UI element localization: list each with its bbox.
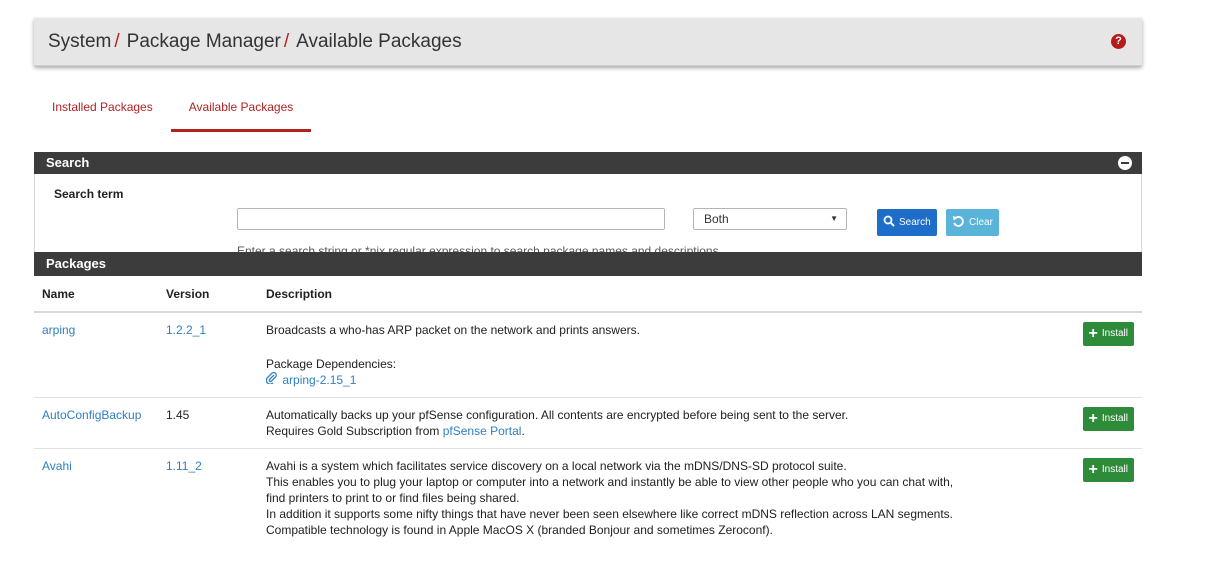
plus-icon: + [1088,325,1098,342]
paperclip-icon [265,371,280,387]
install-button[interactable]: + Install [1082,322,1134,346]
minus-circle-icon[interactable] [1118,156,1132,170]
search-button-label: Search [899,217,931,228]
install-button-label: Install [1101,328,1128,339]
package-description-line: In addition it supports some nifty thing… [266,507,954,521]
tab-bar: Installed Packages Available Packages [34,92,311,132]
search-scope-value: Both [704,212,729,226]
undo-icon [952,215,965,231]
install-button[interactable]: + Install [1082,458,1134,482]
breadcrumb-package-manager[interactable]: Package Manager [127,31,281,53]
package-name-link[interactable]: arping [42,323,75,337]
package-description-line: This enables you to plug your laptop or … [266,475,954,489]
column-header-action [1072,276,1142,313]
page: System / Package Manager / Available Pac… [0,0,1215,568]
search-panel-heading: Search [34,152,1142,174]
clear-button[interactable]: Clear [946,209,999,236]
package-name-link[interactable]: Avahi [42,459,72,473]
plus-icon: + [1088,410,1098,427]
package-description-line: Compatible technology is found in Apple … [266,523,773,537]
table-row: arping 1.2.2_1 Broadcasts a who-has ARP … [34,311,1142,398]
breadcrumb-system[interactable]: System [48,31,111,53]
breadcrumb-separator: / [114,30,120,52]
clear-button-label: Clear [969,217,993,228]
search-panel: Search Search term Both ▼ Search Clear E… [34,152,1142,262]
package-version-link[interactable]: 1.11_2 [166,459,202,473]
install-button-label: Install [1101,464,1128,475]
table-row: AutoConfigBackup 1.45 Automatically back… [34,397,1142,449]
table-header-row: Name Version Description [34,276,1142,313]
package-description: Automatically backs up your pfSense conf… [266,408,849,422]
install-button-label: Install [1101,413,1128,424]
column-header-version: Version [158,276,258,313]
package-description-line: Avahi is a system which facilitates serv… [266,459,847,473]
dependencies-label: Package Dependencies: [266,357,397,371]
breadcrumb-separator: / [283,30,290,52]
install-button[interactable]: + Install [1082,407,1134,431]
magnifier-icon [883,215,895,230]
packages-panel: Packages Name Version Description arping… [34,252,1142,547]
dependency-link[interactable]: arping-2.15_1 [282,373,356,387]
pfsense-portal-link[interactable]: pfSense Portal [443,424,522,438]
breadcrumb-available-packages: Available Packages [296,30,462,52]
search-term-label: Search term [54,187,124,201]
tab-installed-packages[interactable]: Installed Packages [34,92,171,132]
column-header-name: Name [34,276,158,313]
question-circle-icon[interactable]: ? [1111,34,1126,49]
breadcrumb: System / Package Manager / Available Pac… [48,31,462,53]
package-version: 1.45 [166,408,190,422]
search-input[interactable] [237,208,665,230]
search-panel-body: Search term Both ▼ Search Clear Enter a … [34,174,1142,262]
package-requirement: Requires Gold Subscription from pfSense … [266,423,1064,439]
requirement-text: Requires Gold Subscription from [266,424,443,438]
package-version-link[interactable]: 1.2.2_1 [166,323,206,337]
packages-panel-title: Packages [46,256,106,271]
column-header-description: Description [258,276,1072,313]
package-description-line: find printers to print to or find files … [266,491,520,505]
requirement-suffix: . [521,424,525,438]
table-row: Avahi 1.11_2 Avahi is a system which fac… [34,448,1142,547]
package-description: Broadcasts a who-has ARP packet on the n… [266,323,640,337]
tab-available-packages[interactable]: Available Packages [170,92,312,132]
packages-panel-heading: Packages [34,252,1142,276]
page-header: System / Package Manager / Available Pac… [34,18,1142,66]
package-name-link[interactable]: AutoConfigBackup [42,408,141,422]
search-panel-title: Search [46,155,90,170]
search-scope-select[interactable]: Both ▼ [693,208,847,230]
search-button[interactable]: Search [877,209,937,236]
packages-table: Name Version Description arping 1.2.2_1 … [34,276,1142,547]
caret-down-icon: ▼ [830,214,838,223]
plus-icon: + [1088,461,1098,478]
